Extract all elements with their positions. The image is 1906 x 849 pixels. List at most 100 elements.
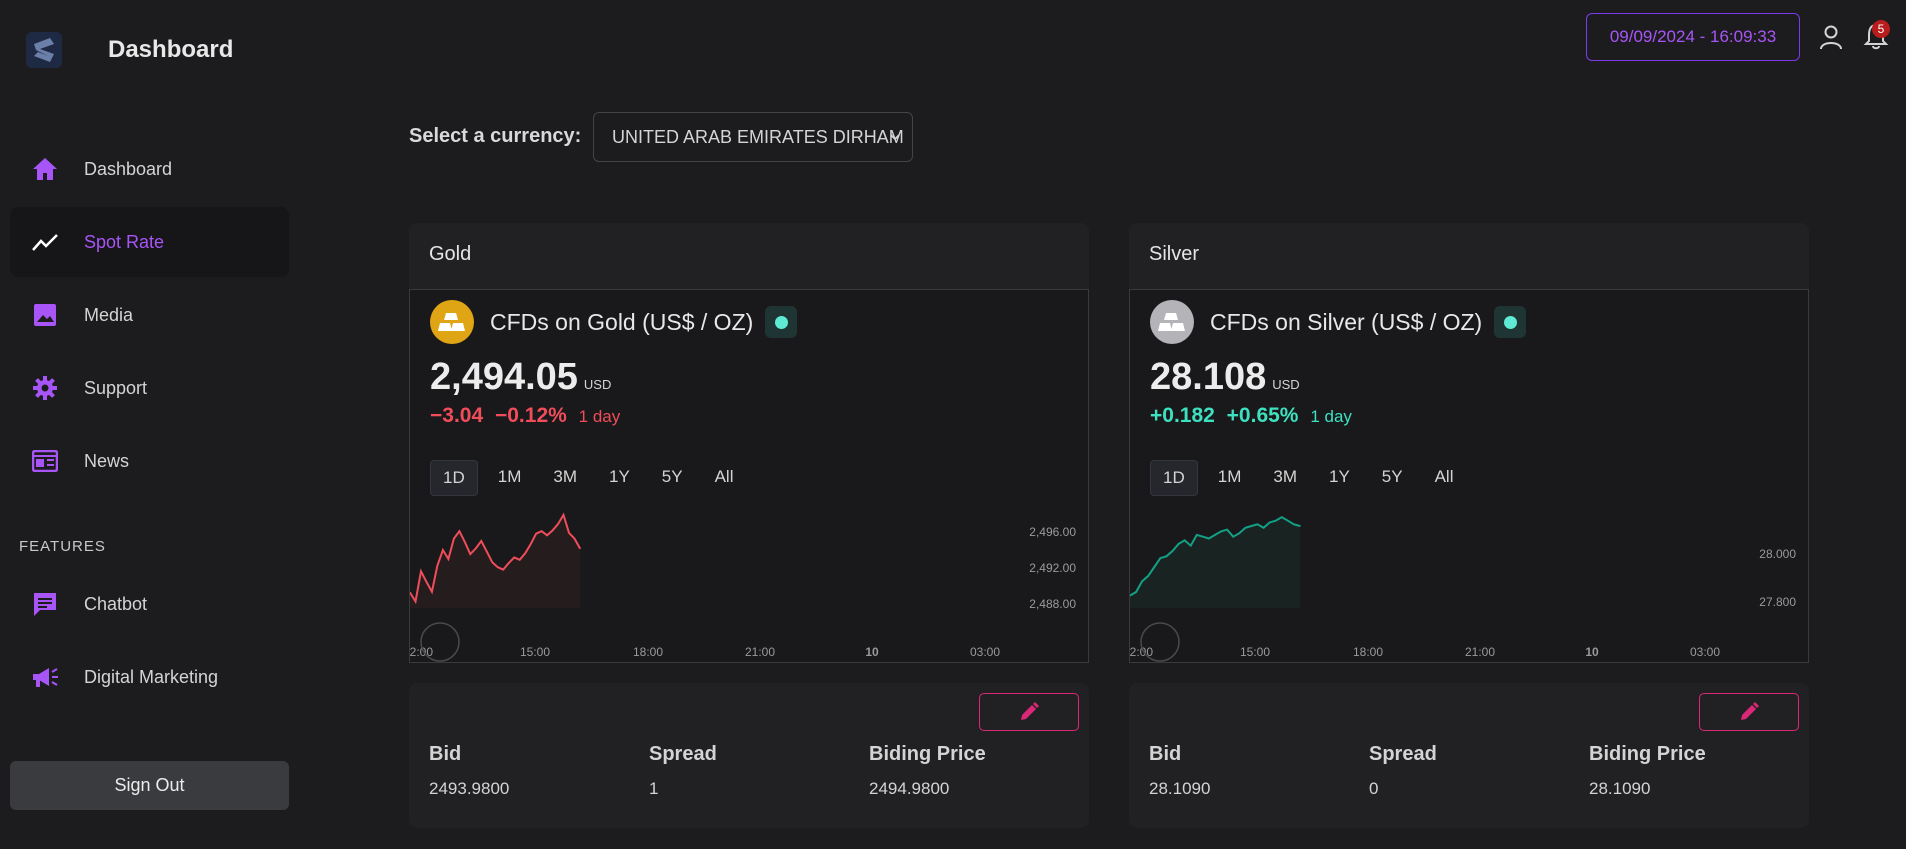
spread-label: Spread: [649, 743, 717, 765]
data-point: [1226, 528, 1228, 531]
gold-price-chart: 12:0015:0018:0021:001003:002,496.002,492…: [410, 512, 1076, 662]
features-heading: FEATURES: [19, 538, 106, 555]
bid-label: Bid: [429, 743, 462, 765]
edit-button[interactable]: [1699, 693, 1799, 731]
spread-value: 1: [649, 779, 659, 798]
data-point: [1165, 555, 1168, 558]
data-point: [496, 566, 499, 568]
change-period: 1 day: [578, 407, 621, 426]
data-point: [1268, 521, 1271, 524]
data-point: [1293, 523, 1295, 526]
notification-badge: 5: [1872, 20, 1890, 38]
data-point: [562, 514, 565, 516]
data-point: [425, 581, 428, 583]
data-point: [1232, 535, 1235, 538]
y-tick-label: 2,488.00: [1029, 597, 1076, 611]
sidebar-item-support[interactable]: Support: [10, 353, 289, 423]
gold-rate-panel: Bid 2493.9800 Spread 1 Biding Price 2494…: [409, 683, 1089, 828]
x-tick-label: 10: [865, 645, 879, 659]
widget-title: CFDs on Gold (US$ / OZ): [490, 308, 754, 335]
x-tick-label: 03:00: [970, 645, 1000, 659]
x-tick-label: 21:00: [1465, 645, 1495, 659]
x-tick-label: 03:00: [1690, 645, 1720, 659]
currency-select[interactable]: UNITED ARAB EMIRATES DIRHAM: [593, 112, 913, 162]
sidebar-item-label: Spot Rate: [84, 231, 165, 252]
sidebar-item-spot-rate[interactable]: Spot Rate: [10, 207, 289, 277]
data-point: [1214, 534, 1216, 536]
y-tick-label: 27.800: [1759, 595, 1796, 609]
sidebar-item-digital-marketing[interactable]: Digital Marketing: [10, 642, 289, 712]
chat-icon: [30, 589, 60, 619]
range-tab-1y[interactable]: 1Y: [1317, 460, 1362, 494]
spread-value: 0: [1369, 779, 1379, 798]
y-tick-label: 2,496.00: [1029, 525, 1076, 539]
panel-title: Gold: [429, 243, 472, 265]
x-tick-label: 15:00: [520, 645, 550, 659]
range-tab-3m[interactable]: 3M: [541, 460, 589, 494]
sidebar-item-label: Dashboard: [84, 158, 173, 179]
home-icon: [30, 154, 60, 184]
sidebar-item-label: Media: [84, 304, 134, 325]
data-point: [513, 556, 515, 559]
silver-bars-icon: [1150, 300, 1194, 344]
range-tab-3m[interactable]: 3M: [1261, 460, 1309, 494]
data-point: [414, 600, 417, 603]
data-point: [507, 562, 510, 564]
crosshair-handle: [1140, 622, 1180, 662]
data-point: [568, 532, 570, 534]
trend-line-icon: [30, 227, 60, 257]
data-point: [1135, 591, 1137, 593]
datetime-display: 09/09/2024 - 16:09:33: [1586, 13, 1800, 61]
range-tab-5y[interactable]: 5Y: [1370, 460, 1415, 494]
data-point: [469, 553, 472, 555]
change-period: 1 day: [1310, 407, 1352, 426]
sidebar-item-chatbot[interactable]: Chatbot: [10, 569, 289, 639]
image-icon: [30, 300, 60, 330]
data-point: [1171, 550, 1174, 552]
data-point: [1202, 535, 1204, 538]
change-pct: −0.12%: [494, 404, 567, 427]
data-point: [1280, 516, 1283, 518]
megaphone-icon: [30, 662, 60, 692]
range-tab-all[interactable]: All: [703, 460, 746, 494]
chevron-down-icon: [890, 134, 900, 141]
sidebar-item-news[interactable]: News: [10, 426, 289, 496]
gold-bars-icon: [430, 300, 474, 344]
change-pct: +0.65%: [1226, 404, 1299, 427]
gold-widget: CFDs on Gold (US$ / OZ) 2,494.05 USD −3.0…: [409, 289, 1089, 663]
edit-button[interactable]: [979, 693, 1079, 731]
x-tick-label: 10: [1585, 645, 1599, 659]
sign-out-button[interactable]: Sign Out: [10, 761, 289, 810]
silver-rate-panel: Bid 28.1090 Spread 0 Biding Price 28.109…: [1129, 683, 1809, 828]
data-point: [1244, 527, 1247, 529]
gear-icon: [30, 373, 60, 403]
data-point: [1220, 530, 1222, 533]
price-unit: USD: [1272, 377, 1300, 392]
range-tab-5y[interactable]: 5Y: [650, 460, 695, 494]
data-point: [546, 534, 548, 537]
data-point: [1177, 543, 1180, 545]
biding-price-label: Biding Price: [869, 743, 986, 765]
data-point: [1183, 539, 1186, 542]
price: 2,494.05 USD: [430, 356, 611, 399]
biding-price-value: 28.1090: [1589, 779, 1651, 798]
bid-value: 2493.9800: [429, 779, 510, 798]
data-point: [524, 552, 526, 555]
range-tab-1m[interactable]: 1M: [1206, 460, 1254, 494]
biding-price-label: Biding Price: [1589, 743, 1706, 765]
range-tab-1m[interactable]: 1M: [486, 460, 534, 494]
data-point: [1159, 557, 1162, 559]
data-point: [518, 559, 521, 561]
range-tab-1y[interactable]: 1Y: [597, 460, 642, 494]
data-point: [1195, 534, 1198, 536]
bid-value: 28.1090: [1149, 779, 1211, 798]
sidebar-item-media[interactable]: Media: [10, 280, 289, 350]
user-icon[interactable]: [1818, 24, 1844, 50]
status-dot: [774, 315, 788, 329]
logo: [26, 32, 62, 68]
pencil-icon: [1741, 702, 1759, 720]
data-point: [1208, 537, 1210, 540]
widget-header: CFDs on Gold (US$ / OZ): [430, 300, 798, 344]
range-tab-all[interactable]: All: [1423, 460, 1466, 494]
sidebar-item-dashboard[interactable]: Dashboard: [10, 134, 289, 204]
